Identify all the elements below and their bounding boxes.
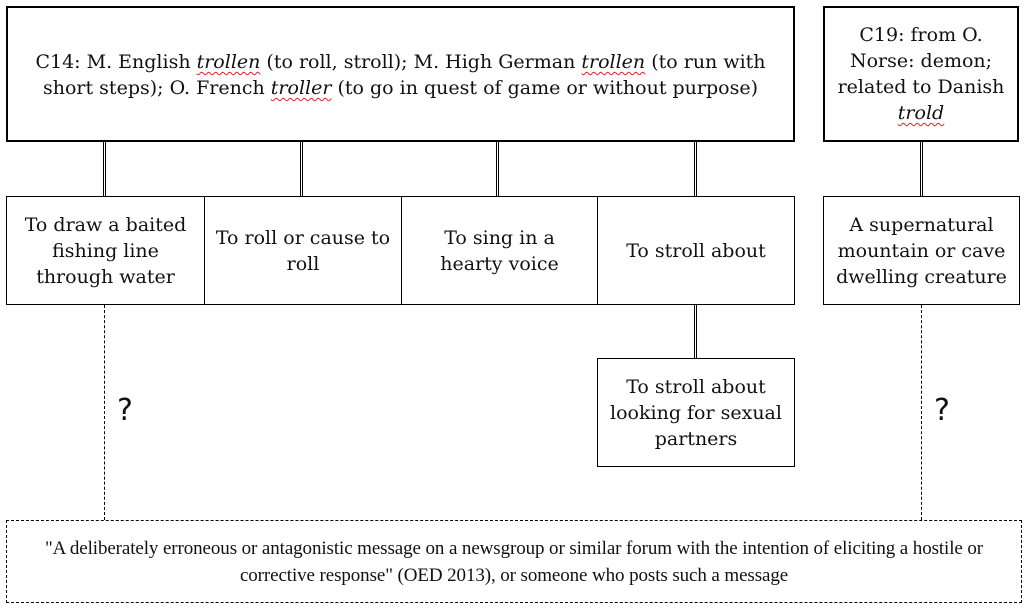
etymon-troller-of: troller — [270, 77, 332, 99]
etymon-trold: trold — [897, 102, 945, 124]
modern-definition-box: "A deliberately erroneous or antagonisti… — [6, 520, 1022, 603]
connector-line — [300, 142, 303, 196]
sense-label: To roll or cause to roll — [215, 226, 391, 275]
origin-c14-text: C14: M. English trollen (to roll, stroll… — [28, 47, 773, 101]
sub-sense-box: To stroll about looking for sexual partn… — [597, 358, 795, 467]
connector-line — [103, 142, 106, 196]
origin-c19-part: C19: from O. Norse: demon; related to Da… — [837, 24, 1005, 98]
sense-box: To roll or cause to roll — [204, 196, 402, 305]
origin-c19-text: C19: from O. Norse: demon; related to Da… — [835, 22, 1007, 126]
modern-definition-text: "A deliberately erroneous or antagonisti… — [44, 537, 984, 586]
origin-c14-part: (to go in quest of game or without purpo… — [331, 77, 758, 99]
sense-box: To draw a baited fishing line through wa… — [6, 196, 205, 305]
sense-label: A supernatural mountain or cave dwelling… — [836, 213, 1007, 288]
sense-label: To sing in a hearty voice — [440, 226, 559, 275]
origin-c14-part: (to roll, stroll); M. High German — [260, 51, 582, 73]
origin-c14-part: C14: M. English — [35, 51, 197, 73]
etymon-trollen-mhg: trollen — [581, 51, 646, 73]
connector-line — [920, 142, 923, 196]
connector-line — [496, 142, 499, 196]
question-mark: ? — [934, 393, 950, 428]
origin-c14-box: C14: M. English trollen (to roll, stroll… — [6, 6, 795, 142]
origin-c19-box: C19: from O. Norse: demon; related to Da… — [823, 6, 1019, 142]
connector-line — [694, 305, 697, 358]
uncertain-link-line — [104, 305, 105, 520]
sense-label: To stroll about — [626, 239, 766, 262]
connector-line — [694, 142, 697, 196]
question-mark: ? — [117, 393, 133, 428]
sense-box: To stroll about — [597, 196, 795, 305]
uncertain-link-line — [921, 305, 922, 520]
sense-label: To draw a baited fishing line through wa… — [24, 213, 187, 288]
sense-box: To sing in a hearty voice — [401, 196, 598, 305]
etymon-trollen-me: trollen — [196, 51, 261, 73]
c19-sense-box: A supernatural mountain or cave dwelling… — [823, 196, 1020, 305]
sense-label: To stroll about looking for sexual partn… — [610, 375, 782, 450]
